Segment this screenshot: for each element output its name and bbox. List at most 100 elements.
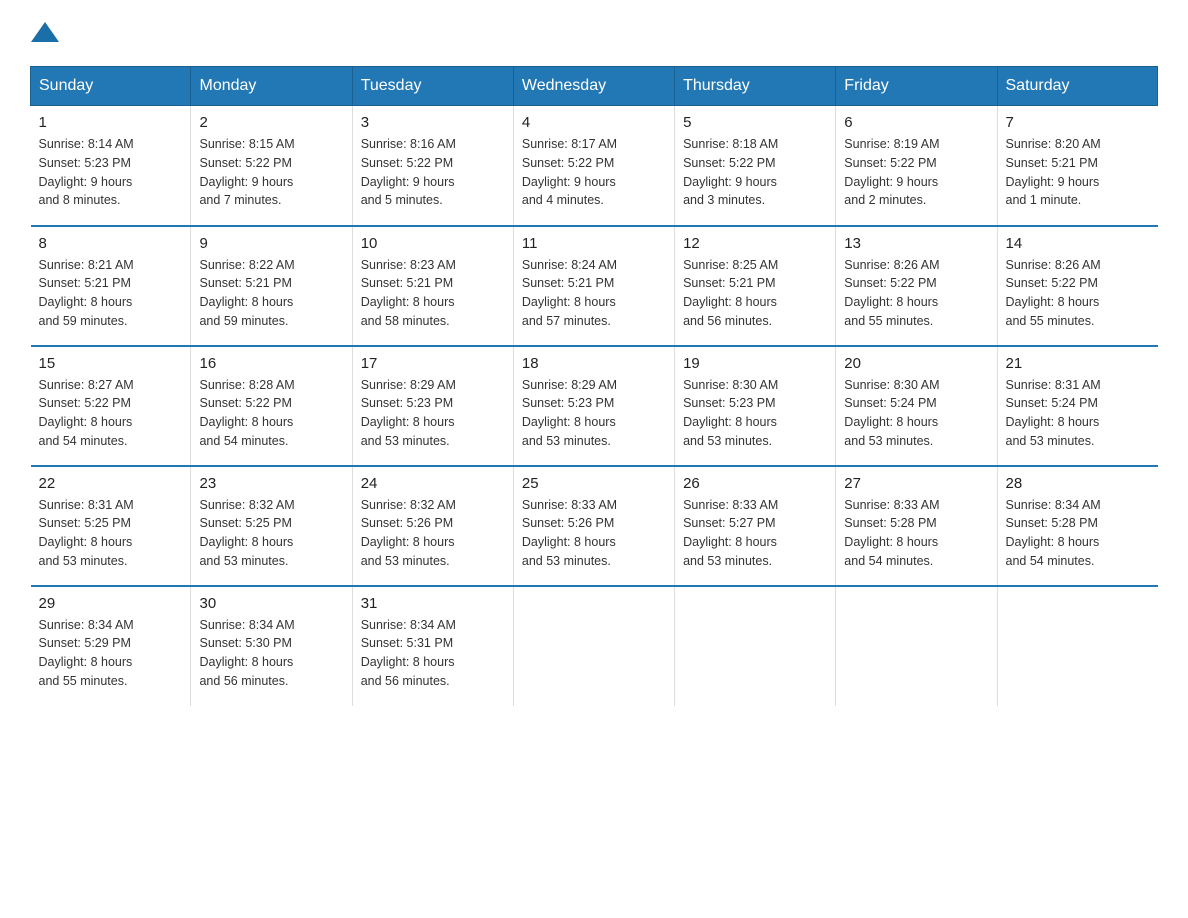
day-info: Sunrise: 8:30 AM Sunset: 5:24 PM Dayligh…: [844, 376, 988, 451]
day-number: 17: [361, 355, 505, 372]
day-info: Sunrise: 8:28 AM Sunset: 5:22 PM Dayligh…: [199, 376, 343, 451]
calendar-day-cell: 16 Sunrise: 8:28 AM Sunset: 5:22 PM Dayl…: [191, 346, 352, 466]
day-info: Sunrise: 8:15 AM Sunset: 5:22 PM Dayligh…: [199, 135, 343, 210]
calendar-day-cell: 18 Sunrise: 8:29 AM Sunset: 5:23 PM Dayl…: [513, 346, 674, 466]
calendar-day-cell: 27 Sunrise: 8:33 AM Sunset: 5:28 PM Dayl…: [836, 466, 997, 586]
calendar-day-cell: 22 Sunrise: 8:31 AM Sunset: 5:25 PM Dayl…: [31, 466, 191, 586]
calendar-day-cell: 5 Sunrise: 8:18 AM Sunset: 5:22 PM Dayli…: [675, 106, 836, 226]
day-number: 11: [522, 235, 666, 252]
col-saturday: Saturday: [997, 67, 1158, 106]
day-number: 15: [39, 355, 183, 372]
day-info: Sunrise: 8:26 AM Sunset: 5:22 PM Dayligh…: [1006, 256, 1150, 331]
day-number: 24: [361, 475, 505, 492]
calendar-day-cell: 29 Sunrise: 8:34 AM Sunset: 5:29 PM Dayl…: [31, 586, 191, 706]
day-info: Sunrise: 8:22 AM Sunset: 5:21 PM Dayligh…: [199, 256, 343, 331]
day-number: 9: [199, 235, 343, 252]
calendar-day-cell: [675, 586, 836, 706]
calendar-day-cell: 4 Sunrise: 8:17 AM Sunset: 5:22 PM Dayli…: [513, 106, 674, 226]
day-number: 25: [522, 475, 666, 492]
day-info: Sunrise: 8:19 AM Sunset: 5:22 PM Dayligh…: [844, 135, 988, 210]
day-info: Sunrise: 8:33 AM Sunset: 5:27 PM Dayligh…: [683, 496, 827, 571]
calendar-day-cell: 19 Sunrise: 8:30 AM Sunset: 5:23 PM Dayl…: [675, 346, 836, 466]
day-number: 22: [39, 475, 183, 492]
day-info: Sunrise: 8:34 AM Sunset: 5:31 PM Dayligh…: [361, 616, 505, 691]
calendar-day-cell: 14 Sunrise: 8:26 AM Sunset: 5:22 PM Dayl…: [997, 226, 1158, 346]
day-number: 1: [39, 114, 183, 131]
day-number: 13: [844, 235, 988, 252]
calendar-day-cell: 8 Sunrise: 8:21 AM Sunset: 5:21 PM Dayli…: [31, 226, 191, 346]
calendar-day-cell: 17 Sunrise: 8:29 AM Sunset: 5:23 PM Dayl…: [352, 346, 513, 466]
col-monday: Monday: [191, 67, 352, 106]
calendar-day-cell: 12 Sunrise: 8:25 AM Sunset: 5:21 PM Dayl…: [675, 226, 836, 346]
calendar-day-cell: 26 Sunrise: 8:33 AM Sunset: 5:27 PM Dayl…: [675, 466, 836, 586]
logo: [30, 20, 60, 46]
day-info: Sunrise: 8:20 AM Sunset: 5:21 PM Dayligh…: [1006, 135, 1150, 210]
calendar-day-cell: 20 Sunrise: 8:30 AM Sunset: 5:24 PM Dayl…: [836, 346, 997, 466]
day-number: 20: [844, 355, 988, 372]
day-number: 7: [1006, 114, 1150, 131]
calendar-day-cell: [836, 586, 997, 706]
day-number: 18: [522, 355, 666, 372]
day-number: 5: [683, 114, 827, 131]
calendar-day-cell: 24 Sunrise: 8:32 AM Sunset: 5:26 PM Dayl…: [352, 466, 513, 586]
day-info: Sunrise: 8:30 AM Sunset: 5:23 PM Dayligh…: [683, 376, 827, 451]
calendar-header: Sunday Monday Tuesday Wednesday Thursday…: [31, 67, 1158, 106]
day-info: Sunrise: 8:18 AM Sunset: 5:22 PM Dayligh…: [683, 135, 827, 210]
day-number: 26: [683, 475, 827, 492]
day-info: Sunrise: 8:32 AM Sunset: 5:25 PM Dayligh…: [199, 496, 343, 571]
day-number: 3: [361, 114, 505, 131]
calendar-body: 1 Sunrise: 8:14 AM Sunset: 5:23 PM Dayli…: [31, 106, 1158, 706]
col-tuesday: Tuesday: [352, 67, 513, 106]
day-number: 31: [361, 595, 505, 612]
day-number: 14: [1006, 235, 1150, 252]
day-number: 4: [522, 114, 666, 131]
day-number: 10: [361, 235, 505, 252]
day-number: 6: [844, 114, 988, 131]
calendar-day-cell: 2 Sunrise: 8:15 AM Sunset: 5:22 PM Dayli…: [191, 106, 352, 226]
day-info: Sunrise: 8:23 AM Sunset: 5:21 PM Dayligh…: [361, 256, 505, 331]
day-number: 2: [199, 114, 343, 131]
col-sunday: Sunday: [31, 67, 191, 106]
day-info: Sunrise: 8:33 AM Sunset: 5:28 PM Dayligh…: [844, 496, 988, 571]
calendar-day-cell: 30 Sunrise: 8:34 AM Sunset: 5:30 PM Dayl…: [191, 586, 352, 706]
day-info: Sunrise: 8:31 AM Sunset: 5:25 PM Dayligh…: [39, 496, 183, 571]
day-info: Sunrise: 8:34 AM Sunset: 5:30 PM Dayligh…: [199, 616, 343, 691]
page-header: [30, 20, 1158, 46]
calendar-table: Sunday Monday Tuesday Wednesday Thursday…: [30, 66, 1158, 706]
calendar-day-cell: 10 Sunrise: 8:23 AM Sunset: 5:21 PM Dayl…: [352, 226, 513, 346]
day-info: Sunrise: 8:16 AM Sunset: 5:22 PM Dayligh…: [361, 135, 505, 210]
day-number: 16: [199, 355, 343, 372]
day-number: 27: [844, 475, 988, 492]
day-number: 28: [1006, 475, 1150, 492]
day-info: Sunrise: 8:33 AM Sunset: 5:26 PM Dayligh…: [522, 496, 666, 571]
day-info: Sunrise: 8:31 AM Sunset: 5:24 PM Dayligh…: [1006, 376, 1150, 451]
header-row: Sunday Monday Tuesday Wednesday Thursday…: [31, 67, 1158, 106]
calendar-day-cell: 9 Sunrise: 8:22 AM Sunset: 5:21 PM Dayli…: [191, 226, 352, 346]
day-info: Sunrise: 8:26 AM Sunset: 5:22 PM Dayligh…: [844, 256, 988, 331]
calendar-week-row: 29 Sunrise: 8:34 AM Sunset: 5:29 PM Dayl…: [31, 586, 1158, 706]
day-number: 12: [683, 235, 827, 252]
day-number: 29: [39, 595, 183, 612]
calendar-day-cell: 3 Sunrise: 8:16 AM Sunset: 5:22 PM Dayli…: [352, 106, 513, 226]
day-number: 23: [199, 475, 343, 492]
calendar-week-row: 15 Sunrise: 8:27 AM Sunset: 5:22 PM Dayl…: [31, 346, 1158, 466]
calendar-day-cell: 21 Sunrise: 8:31 AM Sunset: 5:24 PM Dayl…: [997, 346, 1158, 466]
calendar-day-cell: 13 Sunrise: 8:26 AM Sunset: 5:22 PM Dayl…: [836, 226, 997, 346]
calendar-day-cell: 7 Sunrise: 8:20 AM Sunset: 5:21 PM Dayli…: [997, 106, 1158, 226]
day-info: Sunrise: 8:24 AM Sunset: 5:21 PM Dayligh…: [522, 256, 666, 331]
day-info: Sunrise: 8:25 AM Sunset: 5:21 PM Dayligh…: [683, 256, 827, 331]
calendar-day-cell: 1 Sunrise: 8:14 AM Sunset: 5:23 PM Dayli…: [31, 106, 191, 226]
calendar-day-cell: 28 Sunrise: 8:34 AM Sunset: 5:28 PM Dayl…: [997, 466, 1158, 586]
col-thursday: Thursday: [675, 67, 836, 106]
calendar-day-cell: 23 Sunrise: 8:32 AM Sunset: 5:25 PM Dayl…: [191, 466, 352, 586]
day-info: Sunrise: 8:32 AM Sunset: 5:26 PM Dayligh…: [361, 496, 505, 571]
day-number: 21: [1006, 355, 1150, 372]
col-wednesday: Wednesday: [513, 67, 674, 106]
day-info: Sunrise: 8:29 AM Sunset: 5:23 PM Dayligh…: [522, 376, 666, 451]
calendar-day-cell: [513, 586, 674, 706]
logo-icon: [31, 22, 59, 46]
day-info: Sunrise: 8:29 AM Sunset: 5:23 PM Dayligh…: [361, 376, 505, 451]
calendar-day-cell: [997, 586, 1158, 706]
day-info: Sunrise: 8:34 AM Sunset: 5:28 PM Dayligh…: [1006, 496, 1150, 571]
calendar-day-cell: 25 Sunrise: 8:33 AM Sunset: 5:26 PM Dayl…: [513, 466, 674, 586]
